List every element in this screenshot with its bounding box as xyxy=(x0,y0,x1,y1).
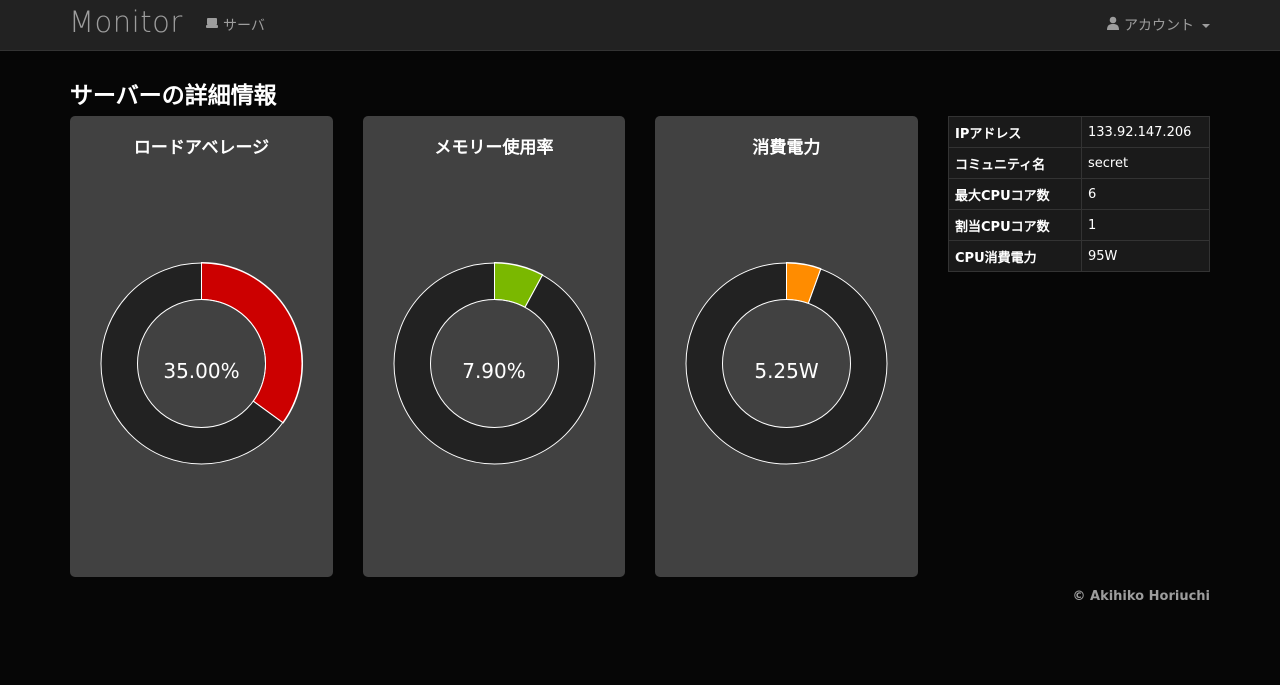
gauge-value: 35.00% xyxy=(163,359,240,383)
gauge-value: 5.25W xyxy=(754,359,819,383)
info-value: 133.92.147.206 xyxy=(1081,116,1210,148)
gauge-title: メモリー使用率 xyxy=(434,138,554,158)
user-icon xyxy=(1106,16,1120,34)
chevron-down-icon xyxy=(1202,24,1210,28)
gauge-title: 消費電力 xyxy=(752,138,821,158)
account-dropdown[interactable]: アカウント xyxy=(1106,15,1210,35)
nav-server-label: サーバ xyxy=(223,18,265,34)
gauge-title: ロードアベレージ xyxy=(133,138,270,158)
server-info-table: IPアドレス 133.92.147.206 コミュニティ名 secret 最大CPU… xyxy=(948,116,1210,272)
page-title: サーバーの詳細情報 xyxy=(70,83,277,109)
info-value: 6 xyxy=(1081,178,1210,210)
gauge-value: 7.90% xyxy=(462,359,526,383)
gauge-panel-load: ロードアベレージ 35.00% xyxy=(70,116,333,577)
info-value: 1 xyxy=(1081,209,1210,241)
table-row: 最大CPUコア数 6 xyxy=(948,178,1210,210)
account-label: アカウント xyxy=(1124,18,1194,34)
info-key: 割当CPUコア数 xyxy=(948,209,1082,241)
info-key: IPアドレス xyxy=(948,116,1082,148)
nav-server-link[interactable]: サーバ xyxy=(205,15,265,35)
gauge-panel-memory: メモリー使用率 7.90% xyxy=(363,116,625,577)
info-key: 最大CPUコア数 xyxy=(948,178,1082,210)
info-value: secret xyxy=(1081,147,1210,179)
table-row: 割当CPUコア数 1 xyxy=(948,209,1210,241)
table-row: CPU消費電力 95W xyxy=(948,240,1210,272)
gauge-panel-power: 消費電力 5.25W xyxy=(655,116,918,577)
server-icon xyxy=(205,17,219,33)
table-row: コミュニティ名 secret xyxy=(948,147,1210,179)
info-key: コミュニティ名 xyxy=(948,147,1082,179)
brand-logo[interactable]: Monitor xyxy=(69,5,183,39)
navbar: Monitor サーバ アカウント xyxy=(0,0,1280,51)
info-key: CPU消費電力 xyxy=(948,240,1082,272)
info-value: 95W xyxy=(1081,240,1210,272)
table-row: IPアドレス 133.92.147.206 xyxy=(948,116,1210,148)
donut-value-segment xyxy=(201,262,303,424)
footer-copyright: © Akihiko Horiuchi xyxy=(1072,589,1210,604)
